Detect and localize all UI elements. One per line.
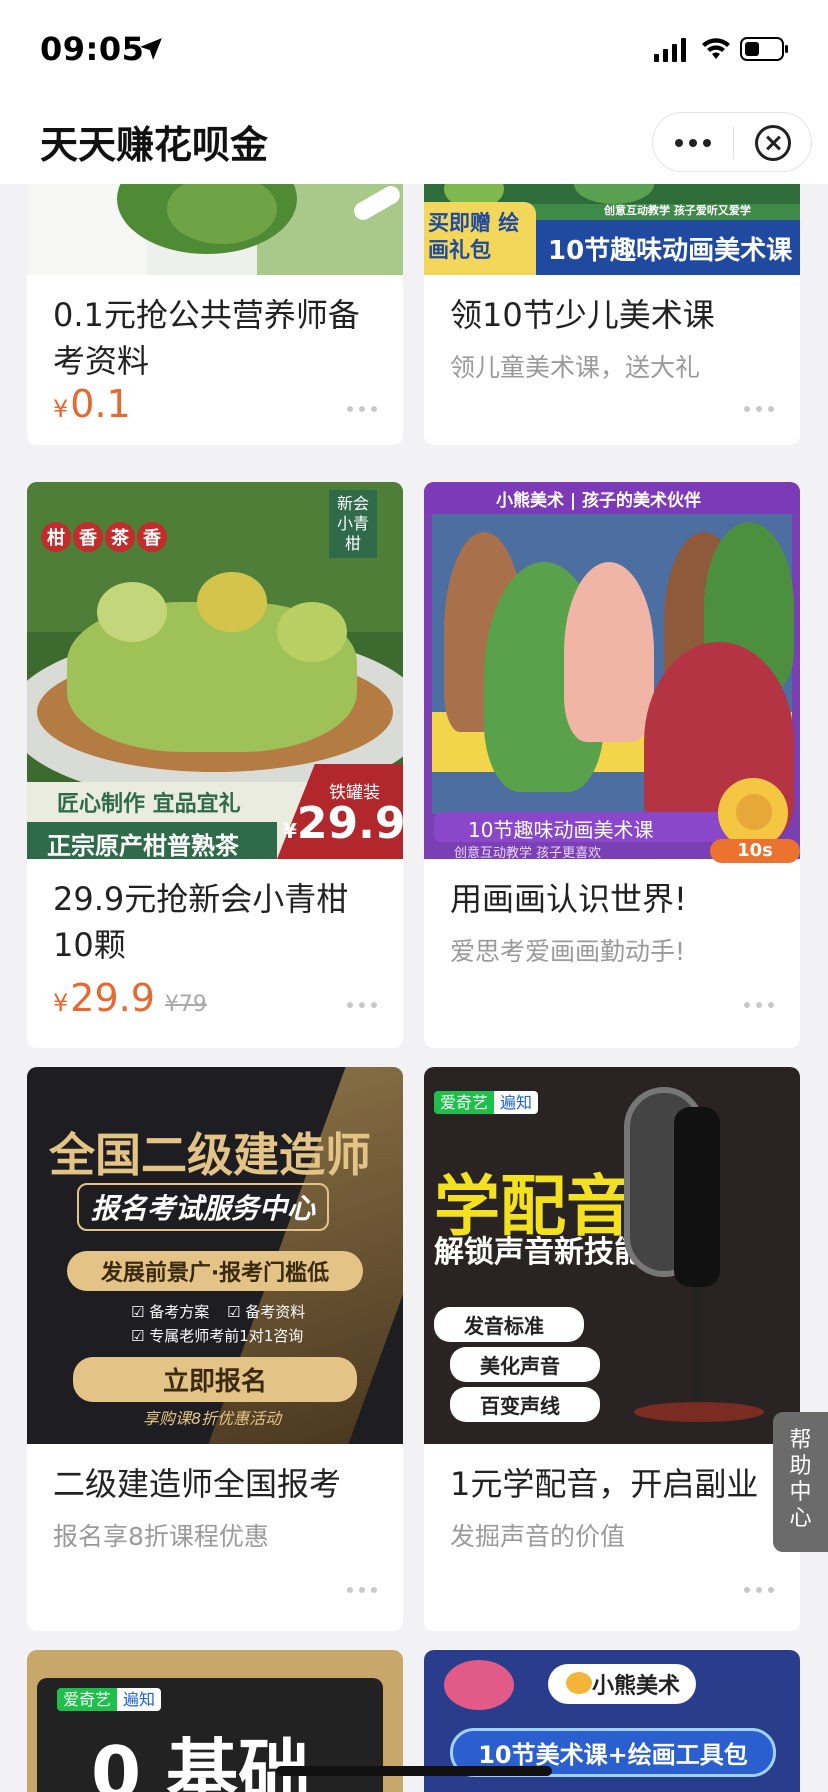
banner-text: 10节趣味动画美术课: [548, 236, 793, 266]
banner-top-text: 创意互动教学 孩子爱听又爱学: [604, 204, 751, 217]
product-card[interactable]: 小熊美术 | 孩子的美术伙伴 10节趣味动画美术课 创意互动教学 孩子更喜欢 1…: [424, 482, 800, 1048]
check-pill: 百变声线: [450, 1387, 600, 1422]
image-cta: 立即报名: [73, 1357, 357, 1402]
product-subtitle: 领儿童美术课，送大礼: [450, 353, 701, 382]
brand-badge: 爱奇艺 遍知: [57, 1686, 162, 1711]
check-item: ☑ 备考资料: [227, 1303, 306, 1321]
image-price: ¥29.9: [283, 798, 403, 849]
mini-program-capsule: [652, 112, 812, 172]
product-image: 爱奇艺 遍知 学配音 解锁声音新技能 发音标准 美化声音 百变声线: [424, 1067, 800, 1444]
wifi-icon: [702, 38, 730, 59]
more-options-icon[interactable]: [744, 404, 774, 414]
image-headline: 全国二级建造师: [49, 1128, 371, 1182]
product-title: 1元学配音，开启副业: [450, 1465, 759, 1503]
more-options-icon[interactable]: [744, 1585, 774, 1595]
more-dots-icon: [675, 139, 683, 147]
product-subtitle: 报名享8折课程优惠: [53, 1522, 269, 1551]
product-card[interactable]: 0.1元抢公共营养师备考资料 ¥0.1: [27, 184, 403, 445]
tag-circles: 柑 香 茶 香: [41, 522, 167, 552]
product-image: [27, 184, 403, 275]
product-card[interactable]: 买即赠 绘画礼包 创意互动教学 孩子爱听又爱学 10节趣味动画美术课 领10节少…: [424, 184, 800, 445]
check-pill: 发音标准: [434, 1307, 584, 1342]
more-options-icon[interactable]: [347, 1000, 377, 1010]
slogan-label: 创意互动教学 孩子更喜欢: [454, 846, 602, 859]
product-title: 0.1元抢公共营养师备考资料: [53, 296, 360, 380]
more-button[interactable]: [653, 113, 733, 173]
check-item: ☑ 专属老师考前1对1咨询: [131, 1327, 304, 1345]
page-title: 天天赚花呗金: [40, 123, 269, 167]
more-options-icon[interactable]: [744, 1000, 774, 1010]
status-bar: 09:05: [0, 0, 828, 100]
course-label: 10节趣味动画美术课: [468, 818, 654, 842]
product-image: 柑 香 茶 香 新会 小青柑 匠心制作 宜品宜礼 正宗原产柑普熟茶 铁罐装 ¥2…: [27, 482, 403, 859]
brand-badge: 爱奇艺 遍知: [434, 1089, 539, 1114]
countdown-badge: 10s: [710, 839, 800, 863]
product-card[interactable]: 柑 香 茶 香 新会 小青柑 匠心制作 宜品宜礼 正宗原产柑普熟茶 铁罐装 ¥2…: [27, 482, 403, 1048]
image-sub: 解锁声音新技能: [434, 1235, 644, 1270]
brand-label: 小熊美术 | 孩子的美术伙伴: [496, 491, 702, 511]
banner-tag: 买即赠 绘画礼包: [428, 211, 520, 262]
product-title: 29.9元抢新会小青柑10颗: [53, 880, 349, 964]
original-price: ¥79: [164, 992, 207, 1017]
product-feed[interactable]: 0.1元抢公共营养师备考资料 ¥0.1 买即赠 绘画礼包 创意互动教学 孩子爱听…: [0, 184, 828, 1792]
image-cta-sub: 享购课8折优惠活动: [143, 1409, 282, 1428]
product-subtitle: 爱思考爱画画勤动手!: [450, 937, 686, 966]
image-line1: 匠心制作 宜品宜礼: [57, 792, 241, 817]
help-center-tab[interactable]: 帮 助 中 心: [773, 1412, 828, 1552]
nav-bar: 天天赚花呗金: [0, 100, 828, 184]
check-item: ☑ 备考方案: [131, 1303, 210, 1321]
status-time: 09:05: [40, 30, 145, 68]
location-arrow-icon: [140, 38, 162, 60]
product-subtitle: 发掘声音的价值: [450, 1522, 626, 1551]
more-options-icon[interactable]: [347, 1585, 377, 1595]
product-price: ¥29.9 ¥79: [53, 976, 207, 1020]
home-indicator[interactable]: [276, 1766, 552, 1776]
image-box: 报名考试服务中心: [77, 1183, 330, 1231]
image-band: 发展前景广·报考门槛低: [67, 1251, 363, 1291]
product-image: 小熊美术 | 孩子的美术伙伴 10节趣味动画美术课 创意互动教学 孩子更喜欢: [424, 482, 800, 859]
image-line2: 正宗原产柑普熟茶: [47, 832, 239, 859]
check-pill: 美化声音: [450, 1347, 600, 1382]
product-image: 买即赠 绘画礼包 创意互动教学 孩子爱听又爱学 10节趣味动画美术课: [424, 184, 800, 275]
cellular-signal-icon: [654, 38, 686, 62]
product-price: ¥0.1: [53, 382, 131, 426]
battery-icon: [740, 37, 788, 61]
product-title: 用画画认识世界!: [450, 880, 687, 918]
product-title: 二级建造师全国报考: [53, 1465, 342, 1503]
image-headline: 0 基础: [91, 1731, 311, 1792]
product-card[interactable]: 爱奇艺 遍知 学配音 解锁声音新技能 发音标准 美化声音 百变声线 1元学配音，开…: [424, 1067, 800, 1631]
corner-badge: 新会 小青柑: [329, 490, 377, 558]
product-card[interactable]: 全国二级建造师 报名考试服务中心 发展前景广·报考门槛低 ☑ 备考方案 ☑ 备考…: [27, 1067, 403, 1631]
product-title: 领10节少儿美术课: [450, 296, 715, 334]
close-button[interactable]: [733, 113, 813, 173]
more-options-icon[interactable]: [347, 404, 377, 414]
product-image: 全国二级建造师 报名考试服务中心 发展前景广·报考门槛低 ☑ 备考方案 ☑ 备考…: [27, 1067, 403, 1444]
close-icon: [755, 125, 791, 161]
